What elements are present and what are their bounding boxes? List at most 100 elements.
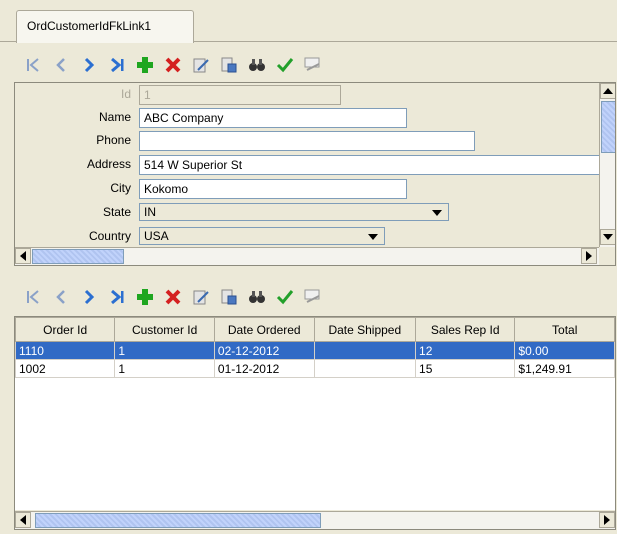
save-record-button[interactable]: [216, 52, 242, 78]
country-label: Country: [88, 229, 131, 243]
add-record-button[interactable]: [132, 52, 158, 78]
next-record-icon: [84, 289, 95, 305]
previous-record-button[interactable]: [48, 284, 74, 310]
country-select-value: USA: [144, 229, 169, 243]
next-record-button[interactable]: [76, 284, 102, 310]
address-field[interactable]: 514 W Superior St: [139, 155, 601, 175]
next-record-button[interactable]: [76, 52, 102, 78]
cell-total[interactable]: $0.00: [514, 341, 615, 360]
checkmark-icon: [276, 58, 294, 73]
binoculars-icon: [249, 59, 265, 71]
first-record-button[interactable]: [20, 52, 46, 78]
scroll-right-button[interactable]: [581, 248, 597, 264]
edit-record-button[interactable]: [188, 284, 214, 310]
name-label: Name: [98, 110, 131, 124]
table-row-selected[interactable]: 1110 1 02-12-2012 12 $0.00: [15, 341, 615, 360]
confirm-button[interactable]: [272, 284, 298, 310]
cell-order-id[interactable]: 1002: [15, 359, 116, 378]
cell-total[interactable]: $1,249.91: [514, 359, 615, 378]
cell-customer-id[interactable]: 1: [114, 341, 215, 360]
address-label: Address: [86, 157, 131, 171]
form-vertical-scrollbar[interactable]: [599, 83, 615, 247]
grid-horizontal-scrollbar[interactable]: [15, 511, 615, 529]
scroll-right-button[interactable]: [599, 512, 615, 528]
delete-record-button[interactable]: [160, 52, 186, 78]
arrow-right-icon: [586, 251, 592, 261]
first-record-button[interactable]: [20, 284, 46, 310]
chevron-down-icon[interactable]: [432, 210, 442, 216]
city-field[interactable]: Kokomo: [139, 179, 407, 199]
save-record-icon: [221, 289, 237, 305]
last-record-button[interactable]: [104, 52, 130, 78]
vertical-scroll-thumb[interactable]: [601, 101, 615, 153]
column-header-order-id[interactable]: Order Id: [15, 317, 116, 342]
cell-date-shipped[interactable]: [313, 341, 417, 360]
plus-icon: [137, 57, 153, 73]
filter-button[interactable]: [300, 284, 326, 310]
scroll-down-button[interactable]: [600, 229, 615, 245]
scroll-left-button[interactable]: [15, 248, 31, 264]
city-label: City: [110, 181, 131, 195]
save-record-button[interactable]: [216, 284, 242, 310]
edit-record-button[interactable]: [188, 52, 214, 78]
cell-sales-rep-id[interactable]: 15: [415, 359, 516, 378]
save-record-icon: [221, 57, 237, 73]
checkmark-icon: [276, 290, 294, 305]
form-horizontal-scrollbar[interactable]: [15, 247, 599, 265]
cell-order-id[interactable]: 1110: [15, 341, 116, 360]
cell-sales-rep-id[interactable]: 12: [415, 341, 516, 360]
next-record-icon: [84, 57, 95, 73]
tab-strip: OrdCustomerIdFkLink1: [0, 0, 617, 43]
column-header-total[interactable]: Total: [514, 317, 615, 342]
id-label: Id: [120, 87, 131, 101]
arrow-right-icon: [604, 515, 610, 525]
customer-form-panel: Id 1 Name ABC Company Phone Address 514 …: [14, 82, 616, 266]
first-record-icon: [27, 58, 39, 72]
grid-navigator-toolbar: [20, 282, 328, 312]
form-navigator-toolbar: [20, 50, 328, 80]
last-record-button[interactable]: [104, 284, 130, 310]
grid-header-row: Order Id Customer Id Date Ordered Date S…: [15, 317, 615, 342]
arrow-down-icon: [603, 234, 613, 240]
delete-x-icon: [165, 289, 181, 305]
previous-record-button[interactable]: [48, 52, 74, 78]
add-record-button[interactable]: [132, 284, 158, 310]
state-select[interactable]: IN: [139, 203, 449, 221]
horizontal-scroll-thumb[interactable]: [32, 249, 124, 264]
cell-date-ordered[interactable]: 02-12-2012: [213, 341, 315, 360]
orders-grid: Order Id Customer Id Date Ordered Date S…: [14, 316, 616, 530]
phone-field[interactable]: [139, 131, 475, 151]
first-record-icon: [27, 290, 39, 304]
filter-button[interactable]: [300, 52, 326, 78]
table-row[interactable]: 1002 1 01-12-2012 15 $1,249.91: [15, 359, 615, 378]
horizontal-scroll-thumb[interactable]: [35, 513, 321, 528]
column-header-date-shipped[interactable]: Date Shipped: [313, 317, 417, 342]
state-select-value: IN: [144, 205, 156, 219]
scroll-left-button[interactable]: [15, 512, 31, 528]
find-button[interactable]: [244, 284, 270, 310]
orders-table: Order Id Customer Id Date Ordered Date S…: [15, 317, 615, 378]
xyz-filter-icon: [304, 289, 320, 303]
tab-ordcustomeridfklink1[interactable]: OrdCustomerIdFkLink1: [16, 10, 194, 43]
confirm-button[interactable]: [272, 52, 298, 78]
tab-label: OrdCustomerIdFkLink1: [27, 19, 152, 33]
name-field[interactable]: ABC Company: [139, 108, 407, 128]
last-record-icon: [111, 289, 124, 305]
column-header-customer-id[interactable]: Customer Id: [114, 317, 215, 342]
delete-x-icon: [165, 57, 181, 73]
scroll-up-button[interactable]: [600, 83, 615, 99]
chevron-down-icon[interactable]: [368, 234, 378, 240]
cell-date-shipped[interactable]: [313, 359, 417, 378]
id-field[interactable]: 1: [139, 85, 341, 105]
plus-icon: [137, 289, 153, 305]
cell-customer-id[interactable]: 1: [114, 359, 215, 378]
binoculars-icon: [249, 291, 265, 303]
cell-date-ordered[interactable]: 01-12-2012: [213, 359, 315, 378]
column-header-date-ordered[interactable]: Date Ordered: [213, 317, 315, 342]
column-header-sales-rep-id[interactable]: Sales Rep Id: [415, 317, 516, 342]
find-button[interactable]: [244, 52, 270, 78]
country-select[interactable]: USA: [139, 227, 385, 245]
edit-record-icon: [193, 58, 209, 73]
arrow-left-icon: [20, 251, 26, 261]
delete-record-button[interactable]: [160, 284, 186, 310]
